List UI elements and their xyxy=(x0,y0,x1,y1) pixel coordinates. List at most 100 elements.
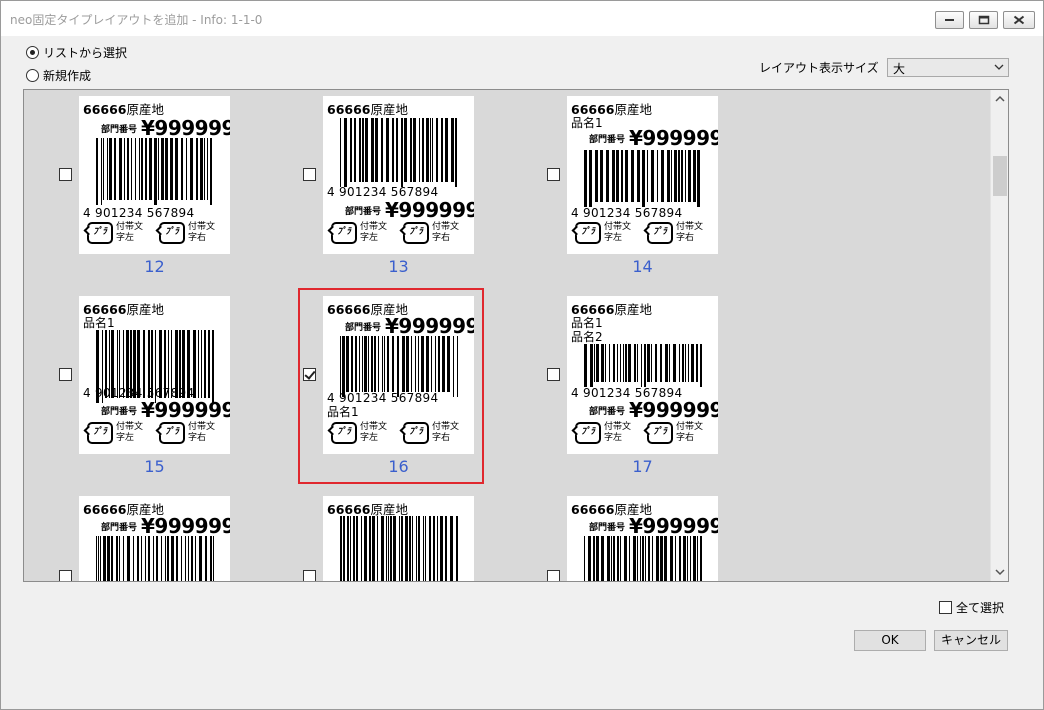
recycle-pla-icon: ﾌﾟﾗ xyxy=(331,222,357,244)
recycle-pla-icon: ﾌﾟﾗ xyxy=(647,222,673,244)
dept-number: 部門番号 xyxy=(589,523,626,533)
layout-number: 15 xyxy=(144,457,165,476)
layout-thumbnail[interactable]: 66666原産地 品名1 部門番号 ¥999999 4 901234 567894 ﾌﾟﾗ… xyxy=(567,96,718,254)
barcode xyxy=(340,516,459,581)
recycle-mark-left: ﾌﾟﾗ 付帯文 字左 xyxy=(575,222,631,244)
recycle-left-text: 付帯文 字左 xyxy=(360,222,388,243)
recycle-pla-icon: ﾌﾟﾗ xyxy=(159,222,185,244)
close-button[interactable] xyxy=(1003,11,1035,29)
recycle-mark-right: ﾌﾟﾗ 付帯文 字右 xyxy=(159,422,215,444)
scroll-thumb[interactable] xyxy=(993,156,1007,196)
select-all-label: 全て選択 xyxy=(956,601,1005,615)
layout-checkbox[interactable] xyxy=(547,368,560,381)
jan-code: 4 901234 567894 xyxy=(327,185,439,199)
recycle-left-text: 付帯文 字左 xyxy=(604,222,632,243)
scroll-down-icon[interactable] xyxy=(995,568,1005,576)
barcode xyxy=(584,150,702,210)
layout-thumbnail[interactable]: 66666原産地 xyxy=(323,496,474,581)
origin-word: 原産地 xyxy=(370,502,409,517)
price-text: 部門番号 ¥999999 xyxy=(101,398,230,422)
layout-item[interactable]: 66666原産地 品名1 部門番号 ¥999999 4 901234 567894 ﾌﾟﾗ… xyxy=(512,90,752,290)
recycle-left-text: 付帯文 字左 xyxy=(116,222,144,243)
layout-thumbnail[interactable]: 66666原産地 4 901234 567894 部門番号 ¥999999 ﾌﾟﾗ 付帯文… xyxy=(323,96,474,254)
origin-word: 原産地 xyxy=(370,102,409,117)
origin-number: 66666 xyxy=(327,102,371,117)
cancel-button[interactable]: キャンセル xyxy=(934,630,1008,651)
layout-item[interactable]: 66666原産地 部門番号 ¥999999 xyxy=(512,490,752,581)
recycle-right-text: 付帯文 字右 xyxy=(188,222,216,243)
select-all-checkbox-row[interactable]: 全て選択 xyxy=(939,599,1004,616)
barcode xyxy=(340,118,458,190)
barcode-graphic xyxy=(584,150,700,207)
layout-list[interactable]: 66666原産地 部門番号 ¥999999 4 901234 567894 ﾌﾟﾗ 付帯文… xyxy=(23,89,1009,582)
dept-number: 部門番号 xyxy=(101,407,138,417)
layout-item[interactable]: 66666原産地 品名1 品名2 4 901234 567894 部門番号 ¥999999… xyxy=(512,290,752,490)
origin-word: 原産地 xyxy=(614,302,653,317)
maximize-button[interactable] xyxy=(969,11,998,29)
recycle-pla-icon: ﾌﾟﾗ xyxy=(647,422,673,444)
dialog-window: neo固定タイプレイアウトを追加 - Info: 1-1-0 リストから選択 新… xyxy=(0,0,1044,710)
barcode-graphic xyxy=(584,344,703,387)
recycle-left-text: 付帯文 字左 xyxy=(604,422,632,443)
price-text: 部門番号 ¥999999 xyxy=(589,514,718,538)
price-value: ¥999999 xyxy=(141,514,230,538)
layout-checkbox[interactable] xyxy=(547,168,560,181)
select-all-checkbox[interactable] xyxy=(939,601,952,614)
price-text: 部門番号 ¥999999 xyxy=(101,514,230,538)
origin-text: 66666原産地 xyxy=(327,99,408,118)
price-text: 部門番号 ¥999999 xyxy=(589,398,718,422)
layout-thumbnail[interactable]: 66666原産地 部門番号 ¥999999 xyxy=(79,496,230,581)
barcode-graphic xyxy=(96,536,215,581)
recycle-mark-left: ﾌﾟﾗ 付帯文 字左 xyxy=(87,222,143,244)
dept-number: 部門番号 xyxy=(589,407,626,417)
radio-button[interactable] xyxy=(26,45,39,59)
recycle-mark-left: ﾌﾟﾗ 付帯文 字左 xyxy=(331,222,387,244)
layout-checkbox[interactable] xyxy=(59,368,72,381)
price-value: ¥999999 xyxy=(141,398,230,422)
layout-size-value: 大 xyxy=(893,62,906,76)
layout-size-select[interactable]: 大 xyxy=(887,58,1009,77)
title-bar: neo固定タイプレイアウトを追加 - Info: 1-1-0 xyxy=(1,1,1043,37)
layout-item[interactable]: 66666原産地 部門番号 ¥999999 4 901234 567894 品名1 ﾌﾟﾗ… xyxy=(268,288,508,490)
close-icon xyxy=(1013,15,1025,25)
radio-button[interactable] xyxy=(26,68,39,82)
barcode xyxy=(584,536,703,581)
recycle-pla-icon: ﾌﾟﾗ xyxy=(87,222,113,244)
layout-thumbnail[interactable]: 66666原産地 品名1 品名2 4 901234 567894 部門番号 ¥999999… xyxy=(567,296,718,454)
barcode xyxy=(584,344,703,390)
radio-new[interactable]: 新規作成 xyxy=(26,67,91,83)
layout-item[interactable]: 66666原産地 xyxy=(268,490,508,581)
recycle-right-text: 付帯文 字右 xyxy=(432,222,460,243)
layout-checkbox[interactable] xyxy=(59,168,72,181)
layout-item[interactable]: 66666原産地 4 901234 567894 部門番号 ¥999999 ﾌﾟﾗ 付帯文… xyxy=(268,90,508,290)
layout-item[interactable]: 66666原産地 部門番号 ¥999999 4 901234 567894 ﾌﾟﾗ 付帯文… xyxy=(24,90,264,290)
barcode-graphic xyxy=(584,536,703,581)
vertical-scrollbar[interactable] xyxy=(990,90,1008,581)
layout-thumbnail[interactable]: 66666原産地 品名1 4 901234 567894 部門番号 ¥999999 ﾌﾟﾗ… xyxy=(79,296,230,454)
layout-thumbnail[interactable]: 66666原産地 部門番号 ¥999999 4 901234 567894 ﾌﾟﾗ 付帯文… xyxy=(79,96,230,254)
recycle-mark-right: ﾌﾟﾗ 付帯文 字右 xyxy=(647,222,703,244)
recycle-mark-left: ﾌﾟﾗ 付帯文 字左 xyxy=(87,422,143,444)
layout-item[interactable]: 66666原産地 部門番号 ¥999999 xyxy=(24,490,264,581)
layout-checkbox[interactable] xyxy=(59,570,72,581)
layout-checkbox[interactable] xyxy=(303,168,316,181)
layout-number: 12 xyxy=(144,257,165,276)
radio-select-from-list[interactable]: リストから選択 xyxy=(26,44,127,60)
minimize-button[interactable] xyxy=(935,11,964,29)
price-value: ¥999999 xyxy=(385,198,474,222)
origin-word: 原産地 xyxy=(126,302,165,317)
recycle-right-text: 付帯文 字右 xyxy=(676,422,704,443)
scroll-up-icon[interactable] xyxy=(995,95,1005,103)
chevron-down-icon xyxy=(994,64,1004,70)
selection-highlight xyxy=(298,288,484,484)
layout-size-label: レイアウト表示サイズ xyxy=(759,61,879,75)
price-value: ¥999999 xyxy=(629,514,718,538)
recycle-pla-icon: ﾌﾟﾗ xyxy=(575,422,601,444)
layout-thumbnail[interactable]: 66666原産地 部門番号 ¥999999 xyxy=(567,496,718,581)
layout-item[interactable]: 66666原産地 品名1 4 901234 567894 部門番号 ¥999999 ﾌﾟﾗ… xyxy=(24,290,264,490)
ok-button[interactable]: OK xyxy=(854,630,926,651)
product-name-2: 品名2 xyxy=(571,330,603,344)
radio-label: リストから選択 xyxy=(43,45,128,60)
layout-checkbox[interactable] xyxy=(303,570,316,581)
layout-checkbox[interactable] xyxy=(547,570,560,581)
